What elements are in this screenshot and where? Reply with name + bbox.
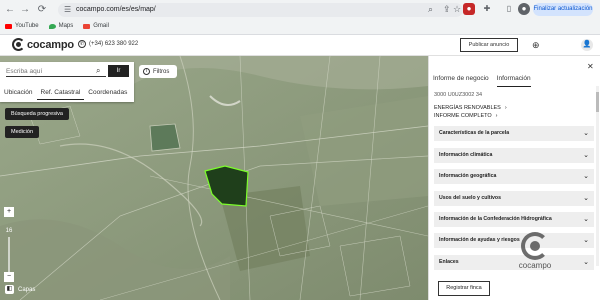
logo-text: cocampo xyxy=(27,38,74,51)
url-text: cocampo.com/es/es/map/ xyxy=(76,6,156,13)
report-links: ENERGÍAS RENOVABLES › INFORME COMPLETO › xyxy=(434,104,507,120)
accordion-usos-suelo[interactable]: Usos del suelo y cultivos ⌄ xyxy=(434,191,594,206)
phone-contact[interactable]: ✆ (+34) 623 380 922 xyxy=(78,40,138,48)
watermark-text: cocampo xyxy=(518,261,552,270)
site-header: cocampo ✆ (+34) 623 380 922 Publicar anu… xyxy=(0,35,600,56)
link-label: ENERGÍAS RENOVABLES xyxy=(434,105,501,111)
progressive-search-button[interactable]: Búsqueda progresiva xyxy=(5,108,69,120)
bookmark-label: YouTube xyxy=(15,23,39,29)
link-energias-renovables[interactable]: ENERGÍAS RENOVABLES › xyxy=(434,104,507,112)
tab-informacion[interactable]: Información xyxy=(496,75,531,87)
bookmark-gmail[interactable]: Gmail xyxy=(83,21,109,31)
accordion-label: Enlaces xyxy=(439,259,459,265)
search-icon[interactable]: ⌕ xyxy=(96,66,100,76)
chevron-down-icon: ⌄ xyxy=(583,152,589,159)
search-icon[interactable]: ⌕ xyxy=(428,4,433,15)
accordion-confederacion[interactable]: Información de la Confederación Hidrográ… xyxy=(434,212,594,227)
extensions-icon[interactable]: ✚ xyxy=(481,3,493,15)
tab-coordenadas[interactable]: Coordenadas xyxy=(84,86,131,100)
address-bar[interactable]: ☰ cocampo.com/es/es/map/ ⌕ ⇪ ☆ xyxy=(58,3,463,17)
layers-label: Capas xyxy=(18,286,36,293)
scrollbar-thumb[interactable] xyxy=(596,92,599,112)
chevron-down-icon: ⌄ xyxy=(583,216,589,223)
back-icon[interactable]: ← xyxy=(4,4,16,16)
search-input[interactable] xyxy=(6,66,106,77)
search-go-button[interactable]: Ir xyxy=(108,65,129,77)
whatsapp-icon: ✆ xyxy=(78,40,86,48)
bookmark-label: Maps xyxy=(58,23,74,29)
cocampo-logo[interactable]: cocampo xyxy=(12,38,74,51)
chevron-right-icon: › xyxy=(504,105,507,111)
accordion-caracteristicas[interactable]: Características de la parcela ⌄ xyxy=(434,126,594,141)
browser-toolbar: ← → ⟳ ☰ cocampo.com/es/es/map/ ⌕ ⇪ ☆ ● ✚… xyxy=(0,0,600,35)
zoom-out-button[interactable]: − xyxy=(4,272,14,282)
search-tabs: Ubicación Ref. Catastral Coordenadas xyxy=(0,86,134,100)
bookmark-star-icon[interactable]: ☆ xyxy=(453,4,461,15)
map-search-panel: ⌕ Ir Ubicación Ref. Catastral Coordenada… xyxy=(0,62,134,102)
link-informe-completo[interactable]: INFORME COMPLETO › xyxy=(434,112,507,120)
update-button[interactable]: Finalizar actualización xyxy=(533,3,593,16)
close-icon[interactable]: ✕ xyxy=(587,62,594,71)
tab-ref-catastral[interactable]: Ref. Catastral xyxy=(36,86,85,100)
tab-ubicacion[interactable]: Ubicación xyxy=(0,86,37,100)
phone-number: (+34) 623 380 922 xyxy=(89,41,139,47)
bookmark-maps[interactable]: Maps xyxy=(48,21,74,31)
publish-ad-button[interactable]: Publicar anuncio xyxy=(460,38,518,52)
filters-button[interactable]: i Filtros xyxy=(139,65,177,78)
sidepanel-icon[interactable]: ▯ xyxy=(503,3,515,15)
bookmark-youtube[interactable]: YouTube xyxy=(5,21,39,31)
accordion-label: Información de ayudas y riesgos xyxy=(439,237,520,243)
accordion-label: Información de la Confederación Hidrográ… xyxy=(439,216,552,222)
profile-avatar[interactable]: ● xyxy=(518,3,530,15)
zoom-in-button[interactable]: + xyxy=(4,207,14,217)
cocampo-watermark: cocampo xyxy=(514,232,556,280)
chevron-down-icon: ⌄ xyxy=(583,173,589,180)
zoom-slider[interactable] xyxy=(8,237,10,272)
maps-icon xyxy=(48,23,56,29)
measure-button[interactable]: Medición xyxy=(5,126,40,138)
layers-icon: ◧ xyxy=(5,285,14,294)
tab-informe-negocio[interactable]: Informe de negocio xyxy=(433,75,489,87)
gmail-icon xyxy=(83,23,91,29)
globe-icon[interactable]: ⊕ xyxy=(532,40,540,51)
chevron-down-icon: ⌄ xyxy=(583,259,589,266)
layers-button[interactable]: ◧ Capas xyxy=(5,285,35,294)
cocampo-logo-icon xyxy=(521,232,549,260)
accordion-geografica[interactable]: Información geográfica ⌄ xyxy=(434,169,594,184)
register-parcel-button[interactable]: Registrar finca xyxy=(438,281,490,296)
filters-label: Filtros xyxy=(153,68,170,75)
accordion-label: Información geográfica xyxy=(439,173,497,179)
reload-icon[interactable]: ⟳ xyxy=(36,4,48,16)
share-icon[interactable]: ⇪ xyxy=(443,4,451,15)
accordion-label: Características de la parcela xyxy=(439,130,510,136)
extension-icon[interactable]: ● xyxy=(463,3,475,15)
chevron-right-icon: › xyxy=(495,113,498,119)
forward-icon[interactable]: → xyxy=(19,4,31,16)
cocampo-logo-icon xyxy=(12,38,25,51)
panel-scrollbar[interactable] xyxy=(596,86,599,266)
link-label: INFORME COMPLETO xyxy=(434,113,492,119)
chevron-down-icon: ⌄ xyxy=(583,130,589,137)
chevron-down-icon: ⌄ xyxy=(583,195,589,202)
youtube-icon xyxy=(5,23,12,29)
info-tabs: Informe de negocio Información xyxy=(433,75,531,87)
filter-icon: i xyxy=(143,68,150,75)
bookmarks-bar: YouTube Maps Gmail xyxy=(5,21,109,31)
chevron-down-icon: ⌄ xyxy=(583,237,589,244)
zoom-level: 16 xyxy=(5,228,13,234)
user-icon[interactable]: 👤 xyxy=(581,39,593,51)
accordion-climatica[interactable]: Información climática ⌄ xyxy=(434,148,594,163)
site-info-icon[interactable]: ☰ xyxy=(64,5,71,14)
accordion-label: Usos del suelo y cultivos xyxy=(439,195,501,201)
accordion-label: Información climática xyxy=(439,152,493,158)
bookmark-label: Gmail xyxy=(93,23,109,29)
cadastral-reference: 3000 U0UZ3002 34 xyxy=(434,92,483,98)
